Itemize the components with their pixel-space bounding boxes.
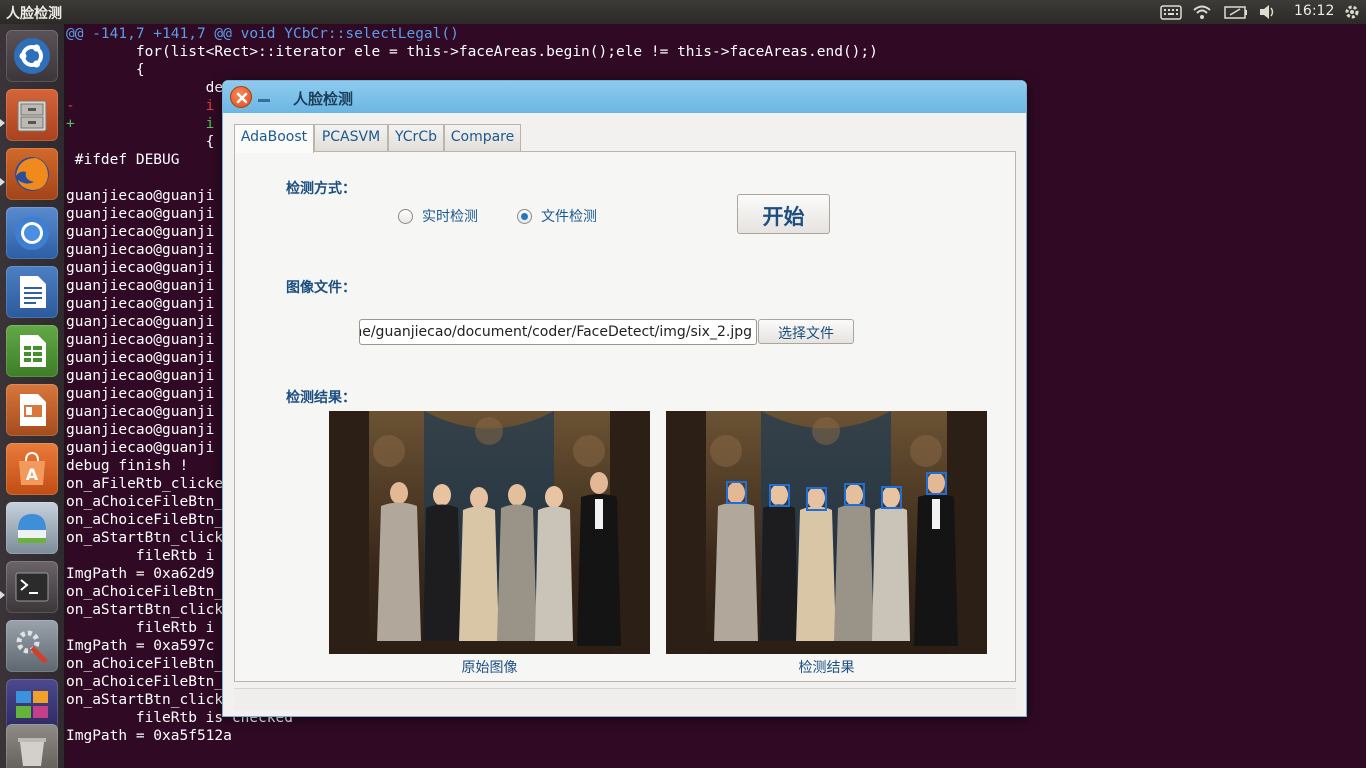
terminal-line: guanjiecao@guanji <box>66 242 215 258</box>
tab-pcasvm[interactable]: PCASVM <box>314 124 388 152</box>
terminal-line: guanjiecao@guanji <box>66 368 215 384</box>
radio-file-label: 文件检测 <box>541 209 597 225</box>
terminal-line: guanjiecao@guanji <box>66 260 215 276</box>
terminal-line: guanjiecao@guanji <box>66 206 215 222</box>
detect-mode-label: 检测方式： <box>286 181 356 197</box>
terminal-line: #ifdef DEBUG <box>66 152 180 168</box>
terminal-line: on_aChoiceFileBtn_ <box>66 494 224 510</box>
terminal-icon[interactable] <box>6 561 58 613</box>
spreadsheet-icon[interactable] <box>6 325 58 377</box>
presentation-icon[interactable] <box>6 384 58 436</box>
terminal-line: { <box>66 62 145 78</box>
tab-adaboost[interactable]: AdaBoost <box>234 124 314 153</box>
terminal-line: for(list<Rect>::iterator ele = this->fac… <box>66 44 878 60</box>
terminal-line: guanjiecao@guanji <box>66 440 215 456</box>
terminal-line: debug finish ! <box>66 458 189 474</box>
chromium-icon[interactable] <box>6 207 58 259</box>
result-label: 检测结果： <box>286 390 356 406</box>
settings-icon[interactable] <box>6 620 58 672</box>
trash-icon[interactable] <box>6 724 58 768</box>
terminal-line: ImgPath = 0xa62d9 <box>66 566 215 582</box>
terminal-line: on_aChoiceFileBtn_ <box>66 584 224 600</box>
terminal-line: fileRtb i <box>66 548 215 564</box>
adaboost-panel: 检测方式： 实时检测 文件检测 开始 图像文件： me/guanjiecao/d… <box>234 151 1016 682</box>
gear-icon[interactable] <box>1343 3 1361 21</box>
radio-file-indicator[interactable] <box>517 208 532 224</box>
terminal-line: guanjiecao@guanji <box>66 278 215 294</box>
original-image <box>329 411 650 654</box>
file-cabinet-icon[interactable] <box>6 89 58 141</box>
top-panel: 人脸检测 16:12 <box>0 0 1366 24</box>
volume-icon[interactable] <box>1258 3 1278 21</box>
terminal-line: { <box>66 134 215 150</box>
terminal-line: fileRtb i <box>66 620 215 636</box>
terminal-line: on_aStartBtn_click <box>66 602 224 618</box>
result-image <box>666 411 987 654</box>
terminal-line: on_aFileRtb_clicke <box>66 476 224 492</box>
radio-realtime-indicator[interactable] <box>398 208 413 224</box>
launcher: A <box>0 24 65 768</box>
wifi-icon[interactable] <box>1192 3 1212 21</box>
tab-compare[interactable]: Compare <box>444 124 521 152</box>
minimize-icon[interactable] <box>258 99 270 102</box>
start-button[interactable]: 开始 <box>737 194 830 234</box>
terminal-line: guanjiecao@guanji <box>66 296 215 312</box>
terminal-line: on_aChoiceFileBtn_ <box>66 512 224 528</box>
terminal-line: guanjiecao@guanji <box>66 422 215 438</box>
terminal-line: on_aStartBtn_click <box>66 530 224 546</box>
terminal-line: guanjiecao@guanji <box>66 224 215 240</box>
file-path-text: me/guanjiecao/document/coder/FaceDetect/… <box>359 324 752 340</box>
terminal-line: guanjiecao@guanji <box>66 404 215 420</box>
terminal-line: ImgPath = 0xa5f512a <box>66 728 232 744</box>
firefox-icon[interactable] <box>6 148 58 200</box>
document-icon[interactable] <box>6 266 58 318</box>
battery-icon[interactable] <box>1224 3 1248 21</box>
keyboard-icon[interactable] <box>1160 3 1182 21</box>
face-detect-dialog: 人脸检测 AdaBoost PCASVM YCrCb Compare 检测方式：… <box>222 80 1027 717</box>
status-bar <box>234 688 1016 710</box>
terminal-line: guanjiecao@guanji <box>66 188 215 204</box>
radio-realtime[interactable]: 实时检测 <box>398 206 478 226</box>
terminal-line: de <box>66 80 224 96</box>
terminal-line: + i <box>66 116 215 132</box>
terminal-line: @@ -141,7 +141,7 @@ void YCbCr::selectLe… <box>66 26 459 42</box>
terminal-line: on_aChoiceFileBtn_ <box>66 674 224 690</box>
close-icon[interactable] <box>230 86 252 108</box>
image-file-label: 图像文件： <box>286 280 356 296</box>
original-image-caption: 原始图像 <box>461 660 518 676</box>
updater-icon[interactable] <box>6 502 58 554</box>
tab-ycrcb[interactable]: YCrCb <box>388 124 444 152</box>
choose-file-button[interactable]: 选择文件 <box>758 319 854 344</box>
terminal-line: guanjiecao@guanji <box>66 350 215 366</box>
shopping-bag-icon[interactable]: A <box>6 443 58 495</box>
radio-realtime-label: 实时检测 <box>422 209 478 225</box>
file-path-input[interactable]: me/guanjiecao/document/coder/FaceDetect/… <box>359 319 757 345</box>
ubuntu-logo-icon[interactable] <box>6 30 58 82</box>
dialog-titlebar[interactable]: 人脸检测 <box>223 81 1026 113</box>
radio-file[interactable]: 文件检测 <box>517 206 597 226</box>
clock[interactable]: 16:12 <box>1294 3 1334 19</box>
terminal-line: on_aChoiceFileBtn_ <box>66 656 224 672</box>
svg-text:A: A <box>26 465 39 484</box>
terminal-line: guanjiecao@guanji <box>66 314 215 330</box>
result-image-caption: 检测结果 <box>798 660 855 676</box>
app-title: 人脸检测 <box>6 6 62 22</box>
terminal-line: guanjiecao@guanji <box>66 332 215 348</box>
terminal-line: - i <box>66 98 215 114</box>
terminal-line: on_aStartBtn_click <box>66 692 224 708</box>
terminal-line: guanjiecao@guanji <box>66 386 215 402</box>
dialog-title: 人脸检测 <box>293 90 354 108</box>
terminal-line: ImgPath = 0xa597c <box>66 638 215 654</box>
